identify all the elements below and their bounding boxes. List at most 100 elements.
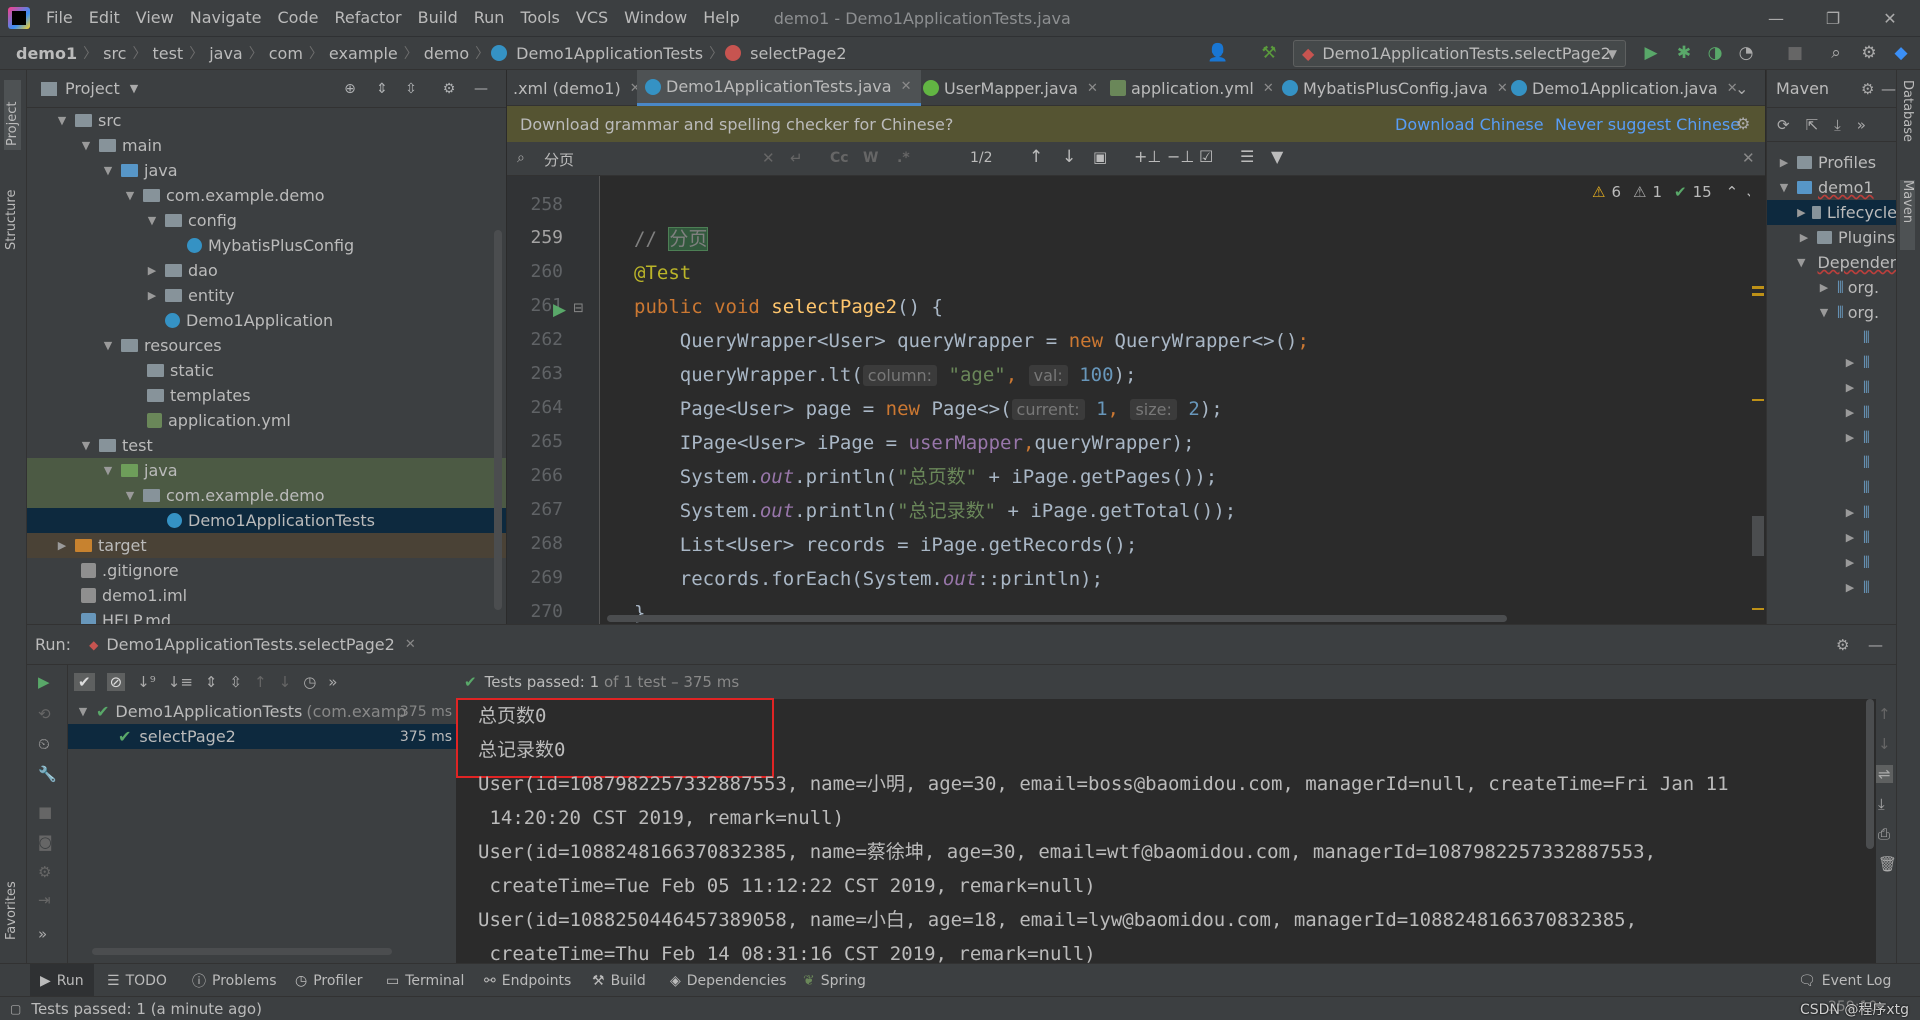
tab-usermapper[interactable]: UserMapper.java ✕ <box>915 70 1108 106</box>
tree-item-static[interactable]: static <box>27 358 506 383</box>
collapse-all-icon[interactable]: ⇳ <box>403 81 419 97</box>
tree-item-templates[interactable]: templates <box>27 383 506 408</box>
history-icon[interactable]: ◷ <box>303 673 316 691</box>
test-case-row[interactable]: ✔ selectPage2 375 ms <box>68 724 456 749</box>
tree-item-test-package[interactable]: ▼ com.example.demo <box>27 483 506 508</box>
snapshot-icon[interactable]: ◙ <box>38 833 53 851</box>
maven-item-dependencies[interactable]: ▼Dependencies <box>1767 250 1897 275</box>
show-passed-icon[interactable]: ✔ <box>74 673 95 691</box>
menu-navigate[interactable]: Navigate <box>182 0 270 36</box>
match-case-icon[interactable]: Cc <box>830 150 849 166</box>
filter-icon[interactable]: ▼ <box>1271 147 1283 166</box>
rerun-icon[interactable]: ▶ <box>38 673 50 691</box>
clear-all-icon[interactable]: 🗑 <box>1878 855 1897 873</box>
panel-toggle-icon[interactable]: ▢ <box>10 1002 21 1016</box>
tab-list-icon[interactable]: ⌄ <box>1735 70 1748 106</box>
breadcrumb-src[interactable]: src <box>99 44 130 63</box>
tree-item-gitignore[interactable]: .gitignore <box>27 558 506 583</box>
tree-item-demo1application[interactable]: Demo1Application <box>27 308 506 333</box>
project-panel-title[interactable]: Project <box>65 79 120 98</box>
gear-icon[interactable]: ⚙ <box>1836 636 1849 654</box>
tab-todo[interactable]: ☰ TODO <box>107 964 167 997</box>
sort-duration-icon[interactable]: ↓≡ <box>168 673 193 691</box>
debug-icon[interactable]: ✱ <box>1673 42 1695 64</box>
tree-item-src[interactable]: ▼ src <box>27 108 506 133</box>
settings-icon[interactable]: ⚙ <box>38 863 51 881</box>
toggle-autotest-icon[interactable]: ⏲ <box>38 735 50 753</box>
tree-item-java-test[interactable]: ▼ java <box>27 458 506 483</box>
reload-icon[interactable]: ⟳ <box>1777 116 1790 134</box>
soft-wrap-icon[interactable]: ⇌ <box>1876 765 1893 783</box>
restore-button[interactable]: ❐ <box>1805 0 1861 36</box>
find-in-window-icon[interactable]: ▣ <box>1093 148 1107 166</box>
database-tool-tab[interactable]: Database <box>1900 80 1915 160</box>
gear-icon[interactable]: ⚙ <box>1861 80 1874 98</box>
test-suite-row[interactable]: ▼ ✔ Demo1ApplicationTests (com.examp 375 … <box>68 699 456 724</box>
maven-dependency-icon[interactable]: ⫴ <box>1767 325 1897 350</box>
horizontal-scrollbar[interactable] <box>607 615 1507 622</box>
maven-dependency-icon[interactable]: ▶ ⫴ <box>1767 525 1897 550</box>
tab-run[interactable]: ▶ Run <box>30 964 94 997</box>
clear-icon[interactable]: ✕ <box>762 149 775 167</box>
project-tool-tab[interactable]: Project <box>4 80 21 150</box>
download-icon[interactable]: ⤓ <box>1834 116 1841 134</box>
breadcrumb-java[interactable]: java <box>205 44 247 63</box>
settings-wrench-icon[interactable]: 🔧 <box>38 765 57 783</box>
tree-item-mybatisplusconfig[interactable]: MybatisPlusConfig <box>27 233 506 258</box>
tree-item-target[interactable]: ▶ target <box>27 533 506 558</box>
next-occurrence-icon[interactable]: ↓ <box>1062 147 1076 167</box>
regex-icon[interactable]: .* <box>897 150 910 166</box>
scroll-to-end-icon[interactable]: ⤓ <box>1878 795 1885 813</box>
stop-icon[interactable]: ■ <box>1784 42 1806 64</box>
hide-panel-icon[interactable]: — <box>1881 80 1896 98</box>
maven-item-dependency[interactable]: ▼ ⫴ org. <box>1767 300 1897 325</box>
tab-application-yml[interactable]: application.yml ✕ <box>1102 70 1284 106</box>
tab-problems[interactable]: ⓘ Problems <box>192 964 277 997</box>
filter-options-icon[interactable]: ☰ <box>1240 147 1254 166</box>
toolbox-icon[interactable]: ◆ <box>1890 42 1912 64</box>
tree-scrollbar[interactable] <box>92 948 392 955</box>
maven-dependency-icon[interactable]: ⫴ <box>1767 475 1897 500</box>
menu-code[interactable]: Code <box>270 0 327 36</box>
tab-profiler[interactable]: ◷ Profiler <box>295 964 363 997</box>
tab-dependencies[interactable]: ◈ Dependencies <box>670 964 786 997</box>
breadcrumb-method[interactable]: selectPage2 <box>746 44 850 63</box>
find-input[interactable]: 分页 <box>544 149 574 170</box>
user-icon[interactable]: 👤 <box>1207 42 1229 64</box>
menu-tools[interactable]: Tools <box>512 0 567 36</box>
inspection-widget[interactable]: ⚠6 ⚠1 ✔15 ⌃⌄ <box>1592 183 1757 201</box>
coverage-icon[interactable]: ◑ <box>1704 42 1726 64</box>
rerun-failed-icon[interactable]: ⟲ <box>38 705 51 723</box>
run-tab[interactable]: Demo1ApplicationTests.selectPage2 <box>106 635 395 654</box>
breadcrumb-test[interactable]: test <box>148 44 187 63</box>
fold-icon[interactable]: ⊟ <box>573 301 584 316</box>
maven-dependency-icon[interactable]: ▶ ⫴ <box>1767 425 1897 450</box>
structure-tool-tab[interactable]: Structure <box>4 170 19 250</box>
run-configuration-select[interactable]: ◆ Demo1ApplicationTests.selectPage2 ▼ <box>1293 40 1626 67</box>
tree-item-resources[interactable]: ▼ resources <box>27 333 506 358</box>
menu-edit[interactable]: Edit <box>81 0 128 36</box>
sort-alpha-icon[interactable]: ↓⁹ <box>137 673 156 691</box>
tab-build[interactable]: ⚒ Build <box>592 964 646 997</box>
add-selection-icon[interactable]: +⊥ <box>1134 147 1161 166</box>
tab-terminal[interactable]: ▭ Terminal <box>386 964 464 997</box>
expand-all-icon[interactable]: ⇕ <box>205 673 218 691</box>
tree-item-main[interactable]: ▼ main <box>27 133 506 158</box>
more-icon[interactable]: » <box>1857 116 1866 134</box>
menu-build[interactable]: Build <box>410 0 466 36</box>
up-icon[interactable]: ↑ <box>1878 705 1891 723</box>
down-icon[interactable]: ↓ <box>1878 735 1891 753</box>
console-scrollbar[interactable] <box>1866 699 1874 849</box>
menu-file[interactable]: File <box>38 0 81 36</box>
build-hammer-icon[interactable]: ⚒ <box>1258 42 1280 64</box>
collapse-all-icon[interactable]: ⇳ <box>229 673 242 691</box>
gear-icon[interactable]: ⚙ <box>441 81 457 97</box>
tab-demo1applicationtests[interactable]: Demo1ApplicationTests.java ✕ <box>637 70 922 106</box>
maven-dependency-icon[interactable]: ⫴ <box>1767 450 1897 475</box>
more-icon[interactable]: » <box>38 925 47 943</box>
breadcrumb-demo1[interactable]: demo1 <box>12 44 81 63</box>
previous-test-icon[interactable]: ↑ <box>254 673 267 691</box>
close-find-icon[interactable]: ✕ <box>1742 149 1755 167</box>
breadcrumb-demo[interactable]: demo <box>420 44 473 63</box>
minimize-button[interactable]: — <box>1748 0 1804 36</box>
